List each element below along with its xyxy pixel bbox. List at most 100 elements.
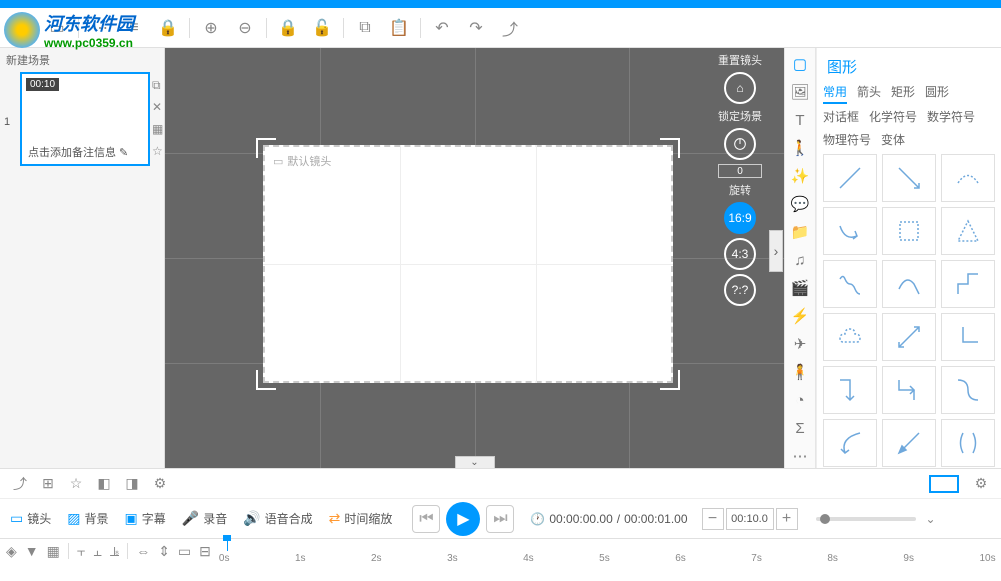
pie-tool-icon[interactable]: ◔ [788, 388, 812, 412]
shape-elbow-arrow[interactable] [882, 366, 936, 414]
star-icon[interactable]: ☆ [64, 472, 88, 496]
ratio-16-9-button[interactable]: 16:9 [724, 202, 756, 234]
caption-track-button[interactable]: ▣字幕 [121, 508, 170, 529]
collapse-right-handle[interactable]: › [769, 230, 783, 272]
tab-chemistry[interactable]: 化学符号 [869, 106, 917, 127]
movie-tool-icon[interactable]: 🎬 [788, 276, 812, 300]
scene-caption[interactable]: 点击添加备注信息 ✎ [22, 132, 148, 162]
filter-icon[interactable]: ▼ [25, 543, 39, 560]
filter-icon[interactable]: ⚙ [148, 472, 172, 496]
shape-line[interactable] [823, 154, 877, 202]
shape-curve-left[interactable] [823, 419, 877, 467]
group-icon[interactable]: ▭ [178, 543, 191, 560]
dist-h-icon[interactable]: ⇔ [136, 543, 150, 560]
delete-scene-icon[interactable]: ✕ [152, 100, 166, 114]
tab-variant[interactable]: 变体 [881, 129, 905, 150]
ratio-4-3-button[interactable]: 4:3 [724, 238, 756, 270]
copy-scene-icon[interactable]: ⧉ [152, 78, 166, 92]
shape-step[interactable] [941, 260, 995, 308]
image-tool-icon[interactable]: 🖼 [788, 80, 812, 104]
scene-thumbnail[interactable]: 00:10 点击添加备注信息 ✎ [20, 72, 150, 166]
shape-squiggle[interactable] [823, 260, 877, 308]
play-button[interactable]: ▶ [446, 502, 480, 536]
time-scale-button[interactable]: ⇄时间缩放 [325, 508, 397, 529]
zoom-time-plus[interactable]: + [776, 508, 798, 530]
tab-dialog[interactable]: 对话框 [823, 106, 859, 127]
align-top-icon[interactable]: ⫟ [77, 543, 85, 560]
lock-scene-button[interactable] [724, 128, 756, 160]
select-tool-icon[interactable]: ▢ [788, 52, 812, 76]
playhead-marker[interactable] [227, 539, 228, 551]
grid-scene-icon[interactable]: ▦ [152, 122, 166, 136]
tab-arrow[interactable]: 箭头 [857, 81, 881, 104]
export-icon[interactable]: ⤴ [496, 14, 524, 42]
tab-math[interactable]: 数学符号 [927, 106, 975, 127]
shape-s-curve[interactable] [941, 366, 995, 414]
shape-dashed-arc[interactable] [941, 154, 995, 202]
flash-tool-icon[interactable]: ⚡ [788, 304, 812, 328]
camera-track-button[interactable]: ▭镜头 [6, 508, 55, 529]
dist-v-icon[interactable]: ⇕ [158, 543, 170, 560]
music-tool-icon[interactable]: ♫ [788, 248, 812, 272]
shape-arrow-line[interactable] [882, 154, 936, 202]
shape-wave[interactable] [882, 260, 936, 308]
tab-rect[interactable]: 矩形 [891, 81, 915, 104]
props-icon[interactable]: ◈ [6, 543, 17, 560]
zoom-time-value[interactable]: 00:10.0 [726, 508, 774, 530]
collapse-down-handle[interactable]: ⌄ [455, 456, 495, 468]
settings-icon[interactable]: ⚙ [969, 472, 993, 496]
stage-corner-bl[interactable] [256, 370, 276, 390]
shape-elbow-down[interactable] [823, 366, 877, 414]
lock-icon[interactable]: 🔒 [154, 14, 182, 42]
step-back-button[interactable]: ⏮ [412, 505, 440, 533]
airplane-tool-icon[interactable]: ✈ [788, 332, 812, 356]
tab-physics[interactable]: 物理符号 [823, 129, 871, 150]
export-icon[interactable]: ⤴ [8, 472, 32, 496]
rotation-value[interactable]: 0 [718, 164, 762, 178]
align-right-icon[interactable]: ◨ [120, 472, 144, 496]
shape-arrow-angled[interactable] [882, 419, 936, 467]
zoom-in-icon[interactable]: ⊕ [197, 14, 225, 42]
aspect-indicator[interactable] [929, 475, 959, 493]
background-track-button[interactable]: ▨背景 [63, 508, 112, 529]
ratio-custom-button[interactable]: ?:? [724, 274, 756, 306]
tab-circle[interactable]: 圆形 [925, 81, 949, 104]
person-tool-icon[interactable]: 🧍 [788, 360, 812, 384]
timeline-ruler[interactable]: 0s1s2s3s4s5s6s7s8s9s10s [219, 539, 995, 567]
shape-l-shape[interactable] [941, 313, 995, 361]
shape-double-arrow[interactable] [882, 313, 936, 361]
more-tool-icon[interactable]: ⋯ [788, 444, 812, 468]
step-forward-button[interactable]: ⏭ [486, 505, 514, 533]
chevron-down-icon[interactable]: ⌄ [926, 512, 936, 526]
zoom-out-icon[interactable]: ⊖ [231, 14, 259, 42]
speed-slider[interactable] [816, 517, 916, 521]
copy-icon[interactable]: ⧉ [351, 14, 379, 42]
undo-icon[interactable]: ↶ [428, 14, 456, 42]
speed-slider-knob[interactable] [820, 514, 830, 524]
stage-corner-br[interactable] [660, 370, 680, 390]
text-tool-icon[interactable]: T [788, 108, 812, 132]
sigma-tool-icon[interactable]: Σ [788, 416, 812, 440]
shape-triangle-dashed[interactable] [941, 207, 995, 255]
stage-frame[interactable]: ▭ 默认镜头 [263, 145, 673, 383]
lock-layer-icon[interactable]: 🔒 [274, 14, 302, 42]
shape-cloud-dashed[interactable] [823, 313, 877, 361]
record-track-button[interactable]: 🎤录音 [178, 508, 231, 529]
character-tool-icon[interactable]: 🚶 [788, 136, 812, 160]
comment-tool-icon[interactable]: 💬 [788, 192, 812, 216]
shape-brackets[interactable] [941, 419, 995, 467]
reset-camera-button[interactable]: ⌂ [724, 72, 756, 104]
star-scene-icon[interactable]: ☆ [152, 144, 166, 158]
unlock-layer-icon[interactable]: 🔓 [308, 14, 336, 42]
align-bot-icon[interactable]: ⫡ [110, 543, 119, 560]
tab-common[interactable]: 常用 [823, 81, 847, 104]
align-left-icon[interactable]: ◧ [92, 472, 116, 496]
align-mid-icon[interactable]: ⫠ [93, 543, 101, 560]
redo-icon[interactable]: ↷ [462, 14, 490, 42]
shape-curve-arrow[interactable] [823, 207, 877, 255]
add-scene-icon[interactable]: ⊞ [36, 472, 60, 496]
folder-tool-icon[interactable]: 📁 [788, 220, 812, 244]
gap-icon[interactable]: ⊟ [199, 543, 211, 560]
shape-dotted-rect[interactable] [882, 207, 936, 255]
fx-tool-icon[interactable]: ✨ [788, 164, 812, 188]
